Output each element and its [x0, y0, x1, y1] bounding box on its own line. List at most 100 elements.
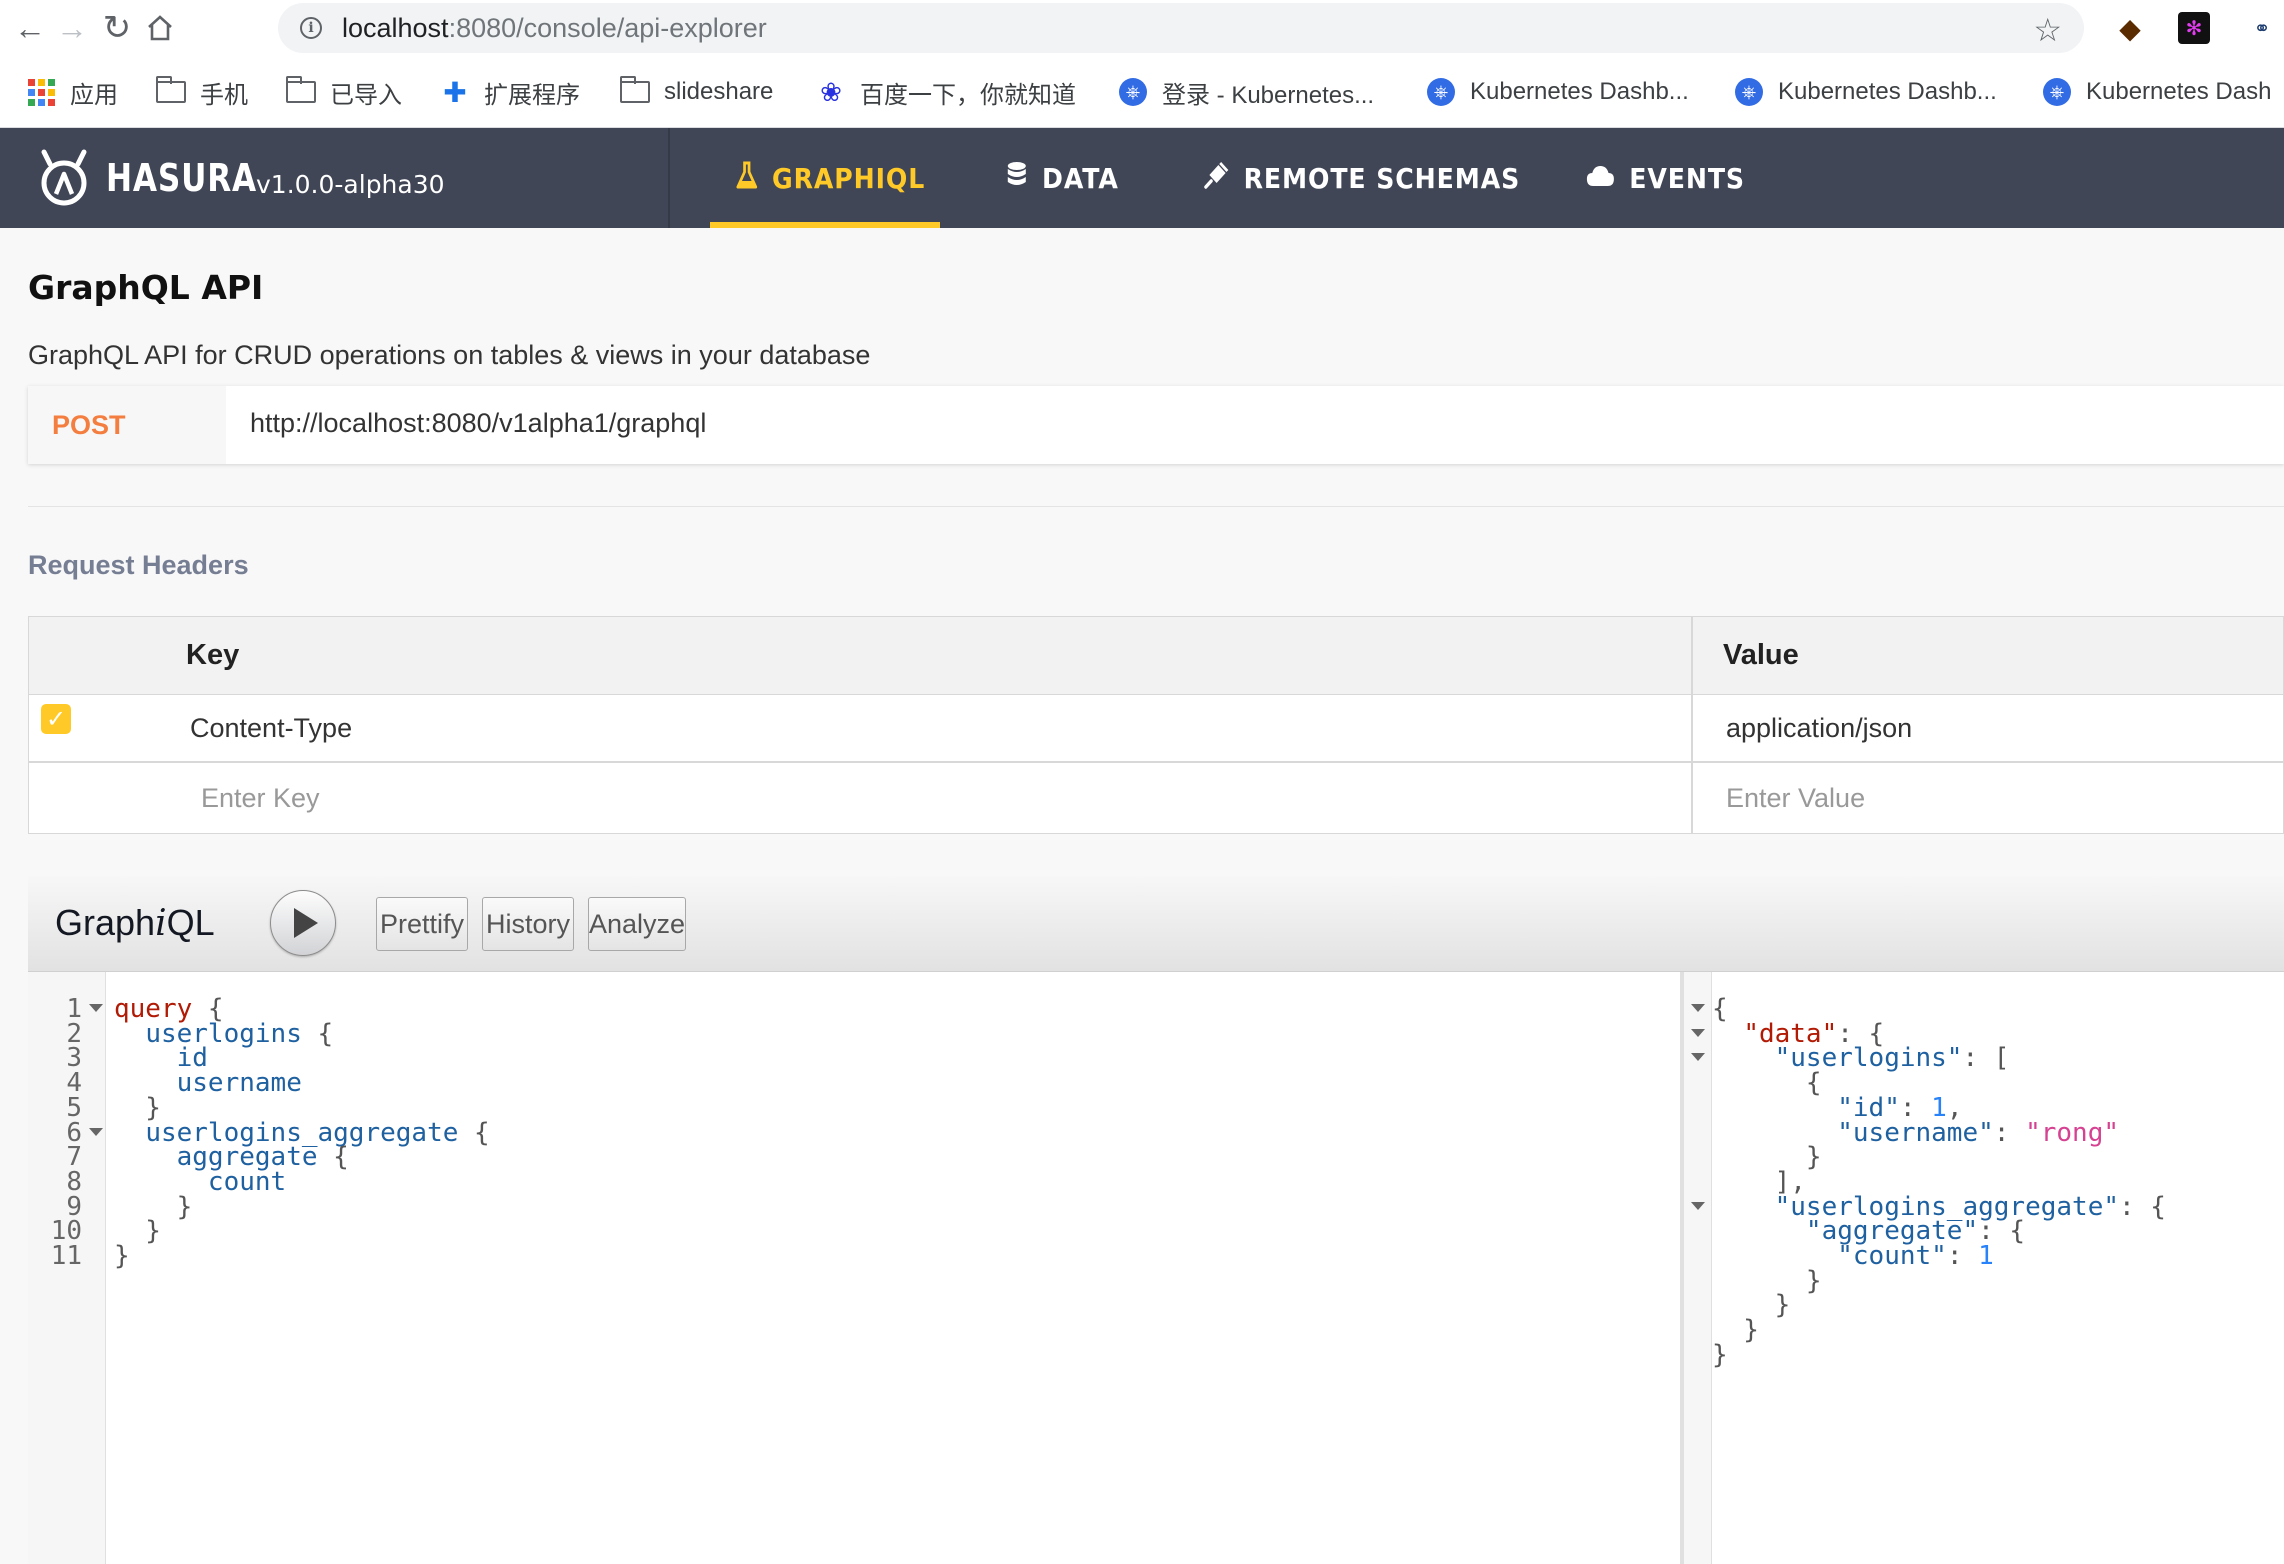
bookmark-phone[interactable]: 手机	[155, 74, 248, 110]
database-icon	[1006, 161, 1028, 196]
hasura-header: HASURA v1.0.0-alpha30 GRAPHIQL DATA REMO…	[0, 128, 2284, 228]
folder-icon	[285, 76, 316, 105]
extension-share-icon[interactable]: ⚭	[2240, 12, 2284, 44]
endpoint-url[interactable]: http://localhost:8080/v1alpha1/graphql	[250, 408, 706, 439]
bookmark-label: 百度一下，你就知道	[860, 81, 1076, 109]
version-label: v1.0.0-alpha30	[256, 170, 445, 199]
kubernetes-icon: ⎈	[1118, 78, 1148, 106]
bookmark-label: 手机	[200, 81, 248, 109]
fold-arrow-icon[interactable]	[89, 1004, 103, 1012]
logo-text: HASURA	[106, 156, 257, 200]
active-tab-indicator	[710, 222, 940, 228]
section-divider	[28, 506, 2284, 507]
column-separator	[1691, 617, 1693, 833]
result-gutter	[1684, 972, 1712, 1564]
bookmark-label: 已导入	[330, 81, 402, 109]
bookmark-label: 扩展程序	[484, 81, 580, 109]
flask-icon	[736, 161, 758, 196]
tab-label: DATA	[1042, 161, 1119, 195]
bookmark-label: 登录 - Kubernetes...	[1162, 81, 1375, 109]
bookmark-imported[interactable]: 已导入	[285, 74, 402, 110]
bookmark-apps[interactable]: 应用	[26, 74, 118, 110]
query-code-line: }	[114, 1241, 130, 1271]
tab-events[interactable]: EVENTS	[1586, 128, 1745, 228]
info-icon[interactable]: i	[300, 17, 322, 39]
fold-arrow-icon[interactable]	[1691, 1028, 1705, 1037]
tab-remote-schemas[interactable]: REMOTE SCHEMAS	[1204, 128, 1520, 228]
graphiql-title: GraphiQL	[55, 902, 215, 944]
fold-arrow-icon[interactable]	[1691, 1004, 1705, 1012]
folder-icon	[619, 76, 650, 105]
request-headers-table: Key Value ✓ Content-Type application/jso…	[28, 616, 2284, 834]
hasura-logo[interactable]: HASURA	[36, 148, 290, 208]
address-url: localhost:8080/console/api-explorer	[342, 12, 767, 43]
result-viewer: { "data": { "userlogins": [ { "id": 1, "…	[1684, 972, 2284, 1564]
puzzle-icon: ✚	[443, 76, 467, 108]
kubernetes-icon: ⎈	[2042, 78, 2072, 106]
bookmark-kubernetes-dashboard-2[interactable]: ⎈ Kubernetes Dashb...	[1734, 74, 1997, 110]
table-row: ✓ Content-Type application/json	[29, 695, 2283, 763]
bookmark-star-icon[interactable]: ☆	[2033, 11, 2062, 49]
tab-label: REMOTE SCHEMAS	[1243, 161, 1521, 195]
bookmark-label: Kubernetes Dashb...	[1470, 78, 1689, 105]
kubernetes-icon: ⎈	[1426, 78, 1456, 106]
bookmark-kubernetes-login[interactable]: ⎈ 登录 - Kubernetes...	[1118, 74, 1374, 110]
forward-arrow-icon[interactable]: →	[52, 8, 92, 48]
header-key-input[interactable]: Content-Type	[190, 713, 352, 744]
line-number: 11	[50, 1241, 82, 1271]
tab-data[interactable]: DATA	[1006, 128, 1119, 228]
baidu-paw-icon: ❀	[820, 76, 842, 107]
history-button[interactable]: History	[482, 897, 574, 951]
tab-graphiql[interactable]: GRAPHIQL	[736, 128, 925, 228]
column-header-value: Value	[1723, 639, 1799, 671]
new-header-key-input[interactable]: Enter Key	[201, 783, 320, 814]
header-value-input[interactable]: application/json	[1726, 713, 1912, 744]
bookmark-label: Kubernetes Dash	[2086, 78, 2272, 105]
page-title: GraphQL API	[28, 268, 264, 307]
graphiql-toolbar: GraphiQL Prettify History Analyze	[28, 876, 2284, 972]
bookmark-slideshare[interactable]: slideshare	[619, 74, 774, 110]
extension-diamond-icon[interactable]: ◆	[2114, 12, 2146, 44]
table-header-row: Key Value	[29, 617, 2283, 695]
browser-toolbar: ← → ↻ i localhost:8080/console/api-explo…	[0, 0, 2284, 56]
new-header-value-input[interactable]: Enter Value	[1726, 783, 1865, 814]
line-number-gutter: 1 2 3 4 5 6 7 8 9 10 11	[28, 972, 106, 1564]
page-description: GraphQL API for CRUD operations on table…	[28, 340, 871, 370]
execute-query-button[interactable]	[270, 890, 336, 956]
plug-icon	[1204, 161, 1229, 196]
home-icon[interactable]	[140, 8, 180, 48]
http-method-badge: POST	[28, 386, 226, 464]
tab-label: GRAPHIQL	[772, 161, 926, 195]
header-separator	[668, 128, 670, 228]
apps-grid-icon	[26, 78, 56, 106]
bookmark-kubernetes-dashboard-1[interactable]: ⎈ Kubernetes Dashb...	[1426, 74, 1689, 110]
fold-arrow-icon[interactable]	[89, 1127, 103, 1136]
prettify-button[interactable]: Prettify	[376, 897, 468, 951]
bookmark-label: 应用	[70, 81, 118, 109]
address-bar[interactable]: i localhost:8080/console/api-explorer ☆	[278, 3, 2084, 53]
request-headers-title: Request Headers	[28, 550, 249, 580]
bookmarks-bar: 应用 手机 已导入 ✚ 扩展程序 slideshare ❀ 百度一下，你就知道 …	[0, 56, 2284, 128]
fold-arrow-icon[interactable]	[1691, 1201, 1705, 1210]
bookmark-kubernetes-dashboard-3[interactable]: ⎈ Kubernetes Dash	[2042, 74, 2271, 110]
hasura-logo-icon	[36, 148, 92, 208]
back-arrow-icon[interactable]: ←	[10, 8, 50, 48]
header-enabled-checkbox[interactable]: ✓	[41, 704, 71, 734]
column-header-key: Key	[186, 639, 240, 671]
tab-label: EVENTS	[1629, 161, 1745, 195]
cloud-icon	[1586, 162, 1615, 195]
bookmark-baidu[interactable]: ❀ 百度一下，你就知道	[816, 74, 1076, 110]
bookmark-label: slideshare	[664, 78, 774, 105]
analyze-button[interactable]: Analyze	[588, 897, 686, 951]
extension-colorwheel-icon[interactable]: ✻	[2178, 12, 2210, 44]
folder-icon	[155, 76, 186, 105]
bookmark-extensions[interactable]: ✚ 扩展程序	[440, 74, 580, 110]
fold-arrow-icon[interactable]	[1691, 1053, 1705, 1062]
play-icon	[294, 908, 318, 938]
bookmark-label: Kubernetes Dashb...	[1778, 78, 1997, 105]
query-editor[interactable]: 1 2 3 4 5 6 7 8 9 10 11 query { userlogins { id us…	[28, 972, 1680, 1564]
table-row-new: Enter Key Enter Value	[29, 763, 2283, 833]
result-code-line: }	[1712, 1339, 1728, 1370]
kubernetes-icon: ⎈	[1734, 78, 1764, 106]
reload-icon[interactable]: ↻	[97, 8, 137, 48]
